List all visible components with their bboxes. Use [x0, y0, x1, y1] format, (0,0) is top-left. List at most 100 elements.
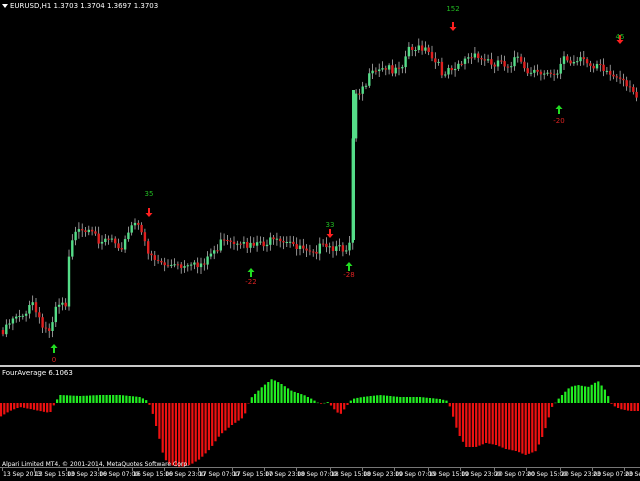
candle	[57, 298, 61, 314]
sell-signal-arrow-icon[interactable]	[145, 208, 153, 217]
histogram-bar	[574, 385, 577, 403]
sell-signal-arrow-icon[interactable]	[449, 22, 457, 31]
candle	[556, 69, 559, 79]
candle-body	[282, 241, 285, 243]
histogram-bar	[488, 403, 491, 444]
candle	[572, 55, 576, 66]
histogram-bar	[478, 403, 481, 446]
buy-signal-arrow-icon[interactable]	[247, 268, 255, 277]
histogram-bar	[564, 391, 567, 403]
histogram-bar	[425, 397, 428, 403]
candle-body	[576, 61, 579, 63]
candle	[259, 236, 262, 245]
candle-body	[618, 77, 622, 79]
histogram-bar	[620, 403, 623, 410]
candle	[543, 70, 546, 80]
histogram-bar	[42, 403, 45, 412]
candle-body	[249, 242, 252, 248]
candle	[477, 51, 480, 63]
price-chart[interactable]: 0 35 -22 33 -28 152 -20 45	[0, 0, 640, 365]
candle-body	[519, 56, 523, 62]
candle	[133, 218, 137, 230]
candle	[110, 234, 114, 243]
histogram-bar	[448, 403, 451, 407]
candle	[358, 88, 361, 100]
candle	[84, 227, 87, 237]
candle	[8, 319, 11, 329]
candle-body	[133, 222, 137, 226]
candle	[467, 53, 470, 64]
candle	[506, 64, 510, 73]
candle	[38, 307, 41, 324]
candle-body	[463, 58, 467, 64]
histogram-bar	[501, 403, 504, 448]
candle-body	[173, 264, 176, 266]
candle-body	[31, 302, 34, 306]
candle	[24, 310, 28, 322]
candle-body	[460, 63, 463, 65]
histogram-bar	[49, 403, 52, 412]
buy-signal-arrow-icon[interactable]	[555, 105, 563, 114]
histogram-bar	[458, 403, 461, 436]
histogram-bar	[356, 397, 359, 403]
dropdown-triangle-icon[interactable]	[2, 4, 8, 8]
candle	[510, 61, 513, 73]
histogram-bar	[240, 403, 243, 419]
buy-signal-arrow-icon[interactable]	[50, 344, 58, 353]
candle-body	[312, 251, 315, 253]
candle	[312, 249, 315, 257]
candle	[417, 38, 420, 53]
candle	[153, 251, 156, 266]
candle-body	[44, 327, 48, 329]
histogram-bar	[283, 386, 286, 403]
candle-body	[292, 241, 295, 244]
histogram-bar	[633, 403, 636, 411]
buy-signal-arrow-icon[interactable]	[345, 262, 353, 271]
candle	[34, 298, 38, 318]
candle-body	[41, 317, 44, 328]
histogram-bar	[498, 403, 501, 447]
fouraverage-histogram[interactable]	[0, 367, 640, 467]
candle-body	[348, 242, 351, 251]
candle	[430, 45, 434, 62]
candle	[371, 63, 374, 79]
histogram-bar	[293, 391, 296, 403]
histogram-bar	[19, 403, 22, 408]
histogram-bar	[135, 396, 138, 403]
histogram-bar	[514, 403, 517, 451]
candle-body	[341, 245, 345, 252]
histogram-bar	[32, 403, 36, 410]
histogram-bar	[280, 384, 283, 403]
candle	[279, 236, 282, 248]
histogram-bar	[260, 387, 263, 403]
candle-body	[196, 262, 199, 268]
candle	[622, 73, 625, 87]
chart-window[interactable]: 0 35 -22 33 -28 152 -20 45 EURUSD,H1 1.3703 1.3…	[0, 0, 640, 480]
candle-body	[374, 70, 378, 72]
candle-body	[609, 70, 612, 75]
candle-body	[572, 62, 576, 64]
candle	[427, 44, 430, 56]
candle	[31, 295, 34, 311]
histogram-bar	[148, 403, 151, 405]
candle-body	[295, 244, 298, 249]
sell-signal-arrow-icon[interactable]	[326, 229, 334, 238]
candle	[559, 57, 562, 80]
candle	[5, 319, 8, 338]
candle-body	[612, 74, 615, 77]
candle	[229, 237, 232, 249]
histogram-bar	[36, 403, 39, 411]
histogram-bar	[158, 403, 161, 439]
candle	[549, 69, 552, 78]
candle-body	[90, 229, 94, 232]
candle	[206, 251, 209, 270]
candle	[470, 52, 473, 64]
histogram-bar	[531, 403, 534, 453]
histogram-bar	[171, 403, 174, 466]
candle	[246, 237, 249, 253]
candle-body	[384, 68, 387, 70]
candle	[140, 222, 143, 235]
histogram-bar	[65, 395, 69, 403]
candle-body	[345, 250, 348, 252]
histogram-bar	[402, 397, 405, 403]
